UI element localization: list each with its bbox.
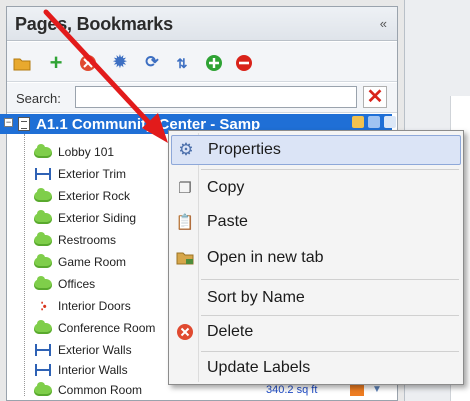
add-circle-icon[interactable] bbox=[205, 54, 223, 72]
bookmark-label: Interior Walls bbox=[58, 363, 128, 377]
menu-separator bbox=[201, 351, 459, 352]
bookmark-label: Exterior Siding bbox=[58, 211, 137, 225]
menu-icon-placeholder bbox=[171, 283, 199, 313]
delete-icon bbox=[171, 317, 199, 347]
cloud-icon bbox=[32, 143, 54, 159]
bookmark-item[interactable]: Offices bbox=[32, 274, 95, 294]
menu-item-label: Update Labels bbox=[207, 359, 311, 376]
menu-icon-placeholder bbox=[171, 353, 199, 383]
chevron-down-icon[interactable]: ▼ bbox=[372, 384, 382, 395]
bookmark-item[interactable]: Exterior Siding bbox=[32, 208, 136, 228]
copy-icon: ❐ bbox=[178, 180, 192, 197]
measurement-value: 340.2 sq ft bbox=[266, 384, 318, 396]
bookmark-item[interactable]: Interior Walls bbox=[32, 360, 128, 380]
sort-icon[interactable]: ⇅ bbox=[173, 54, 191, 72]
menu-item-label: Delete bbox=[207, 323, 254, 340]
bookmark-item[interactable]: Exterior Walls bbox=[32, 340, 132, 360]
menu-separator bbox=[201, 279, 459, 280]
bookmark-label: Exterior Walls bbox=[58, 343, 132, 357]
cloud-icon bbox=[32, 187, 54, 203]
settings-icon[interactable]: ✹ bbox=[111, 54, 129, 72]
bookmark-item[interactable]: Game Room bbox=[32, 252, 126, 272]
menu-item-label: Sort by Name bbox=[207, 289, 305, 306]
bookmark-label: Interior Doors bbox=[58, 299, 131, 313]
bookmark-item[interactable]: Exterior Trim bbox=[32, 164, 126, 184]
move-icon[interactable] bbox=[384, 116, 396, 128]
menu-item-paste[interactable]: 📋 Paste bbox=[171, 207, 461, 237]
toolbar: + ✹ ⟳ ⇅ bbox=[7, 42, 397, 82]
bookmark-item[interactable]: Conference Room bbox=[32, 318, 155, 338]
bookmark-label: Restrooms bbox=[58, 233, 117, 247]
cloud-icon bbox=[32, 231, 54, 247]
menu-separator bbox=[201, 315, 459, 316]
bookmark-label: Exterior Trim bbox=[58, 167, 127, 181]
paste-icon: 📋 bbox=[175, 214, 195, 231]
search-row: Search: ✕ bbox=[7, 83, 397, 113]
markup-icon[interactable] bbox=[352, 116, 364, 128]
menu-item-label: Copy bbox=[207, 179, 245, 196]
menu-item-label: Properties bbox=[208, 141, 281, 158]
page-icon bbox=[18, 117, 30, 131]
bookmark-label: Offices bbox=[58, 277, 96, 291]
remove-circle-icon[interactable] bbox=[235, 54, 253, 72]
bookmark-item[interactable]: Restrooms bbox=[32, 230, 116, 250]
cloud-icon bbox=[32, 253, 54, 269]
open-tab-icon bbox=[171, 243, 199, 273]
menu-item-copy[interactable]: ❐ Copy bbox=[171, 173, 461, 203]
menu-item-update-labels[interactable]: Update Labels bbox=[171, 353, 461, 383]
bookmark-label: Lobby 101 bbox=[58, 145, 115, 159]
refresh-icon[interactable]: ⟳ bbox=[143, 54, 161, 72]
delete-page-icon[interactable] bbox=[79, 54, 97, 72]
measure-icon bbox=[32, 363, 54, 377]
measure-icon bbox=[32, 343, 54, 357]
add-icon[interactable]: + bbox=[47, 52, 65, 74]
panel-title: Pages, Bookmarks bbox=[15, 14, 173, 34]
cloud-icon bbox=[32, 319, 54, 335]
page-row-icons bbox=[352, 116, 396, 128]
search-label: Search: bbox=[16, 91, 61, 106]
bookmark-label: Exterior Rock bbox=[58, 189, 131, 203]
menu-item-label: Paste bbox=[207, 213, 248, 230]
expander-icon[interactable]: − bbox=[4, 118, 13, 127]
context-menu: ⚙ Properties ❐ Copy 📋 Paste Open in new … bbox=[168, 130, 464, 385]
bookmark-item[interactable]: Common Room bbox=[32, 380, 142, 400]
folder-icon[interactable] bbox=[13, 54, 31, 72]
menu-item-label: Open in new tab bbox=[207, 249, 324, 266]
gear-icon: ⚙ bbox=[178, 140, 194, 159]
bookmark-item[interactable]: Lobby 101 bbox=[32, 142, 114, 162]
measure-icon bbox=[32, 167, 54, 181]
menu-item-open-new-tab[interactable]: Open in new tab bbox=[171, 243, 461, 273]
layer-icon[interactable] bbox=[368, 116, 380, 128]
bookmark-label: Game Room bbox=[58, 255, 127, 269]
menu-separator bbox=[201, 169, 459, 170]
search-input[interactable] bbox=[75, 86, 357, 108]
count-icon: ⁚• bbox=[40, 300, 46, 313]
tree-guide-line bbox=[24, 134, 25, 396]
menu-item-delete[interactable]: Delete bbox=[171, 317, 461, 347]
cloud-icon bbox=[32, 275, 54, 291]
bookmark-label: Conference Room bbox=[58, 321, 156, 335]
collapse-panel-icon[interactable]: « bbox=[380, 16, 387, 31]
panel-header: Pages, Bookmarks « bbox=[7, 7, 397, 41]
cloud-icon bbox=[32, 381, 54, 397]
menu-item-sort-by-name[interactable]: Sort by Name bbox=[171, 283, 461, 313]
bookmark-label: Common Room bbox=[58, 383, 143, 397]
menu-item-properties[interactable]: ⚙ Properties bbox=[171, 135, 461, 165]
bookmark-item[interactable]: Exterior Rock bbox=[32, 186, 130, 206]
clear-search-icon[interactable]: ✕ bbox=[363, 86, 387, 108]
bookmark-item[interactable]: ⁚• Interior Doors bbox=[32, 296, 131, 316]
cloud-icon bbox=[32, 209, 54, 225]
color-swatch[interactable] bbox=[350, 385, 364, 396]
